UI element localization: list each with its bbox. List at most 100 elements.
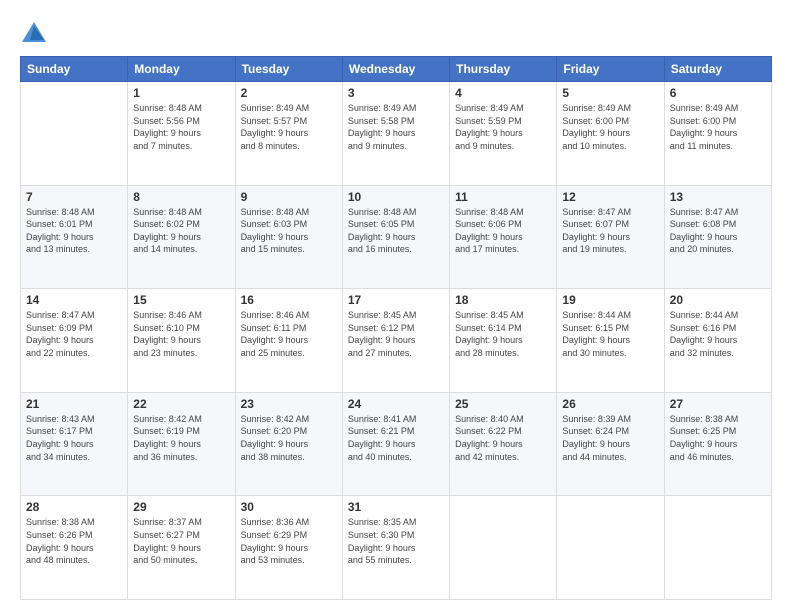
cell-content: Sunrise: 8:38 AM Sunset: 6:26 PM Dayligh… bbox=[26, 516, 122, 566]
cell-content: Sunrise: 8:48 AM Sunset: 6:03 PM Dayligh… bbox=[241, 206, 337, 256]
calendar-cell: 13Sunrise: 8:47 AM Sunset: 6:08 PM Dayli… bbox=[664, 185, 771, 289]
calendar-cell: 21 Sunrise: 8:43 AM Sunset: 6:17 PM Dayli… bbox=[21, 392, 128, 496]
calendar-cell: 25Sunrise: 8:40 AM Sunset: 6:22 PM Dayli… bbox=[450, 392, 557, 496]
cell-content: Sunrise: 8:47 AM Sunset: 6:08 PM Dayligh… bbox=[670, 206, 766, 256]
calendar-cell: 1Sunrise: 8:48 AM Sunset: 5:56 PM Daylig… bbox=[128, 82, 235, 186]
cell-content: Sunrise: 8:42 AM Sunset: 6:20 PM Dayligh… bbox=[241, 413, 337, 463]
cell-content: Sunrise: 8:49 AM Sunset: 6:00 PM Dayligh… bbox=[670, 102, 766, 152]
calendar-cell: 7 Sunrise: 8:48 AM Sunset: 6:01 PM Daylig… bbox=[21, 185, 128, 289]
cell-content: Sunrise: 8:47 AM Sunset: 6:09 PM Dayligh… bbox=[26, 309, 122, 359]
day-number: 5 bbox=[562, 86, 658, 100]
cell-content: Sunrise: 8:39 AM Sunset: 6:24 PM Dayligh… bbox=[562, 413, 658, 463]
day-number: 2 bbox=[241, 86, 337, 100]
calendar-cell: 27Sunrise: 8:38 AM Sunset: 6:25 PM Dayli… bbox=[664, 392, 771, 496]
cell-content: Sunrise: 8:45 AM Sunset: 6:12 PM Dayligh… bbox=[348, 309, 444, 359]
weekday-sunday: Sunday bbox=[21, 57, 128, 82]
day-number: 23 bbox=[241, 397, 337, 411]
calendar-cell: 22Sunrise: 8:42 AM Sunset: 6:19 PM Dayli… bbox=[128, 392, 235, 496]
cell-content: Sunrise: 8:48 AM Sunset: 6:02 PM Dayligh… bbox=[133, 206, 229, 256]
day-number: 27 bbox=[670, 397, 766, 411]
day-number: 10 bbox=[348, 190, 444, 204]
day-number: 18 bbox=[455, 293, 551, 307]
cell-content: Sunrise: 8:48 AM Sunset: 6:05 PM Dayligh… bbox=[348, 206, 444, 256]
day-number: 28 bbox=[26, 500, 122, 514]
calendar-cell: 28 Sunrise: 8:38 AM Sunset: 6:26 PM Dayli… bbox=[21, 496, 128, 600]
cell-content: Sunrise: 8:40 AM Sunset: 6:22 PM Dayligh… bbox=[455, 413, 551, 463]
cell-content: Sunrise: 8:43 AM Sunset: 6:17 PM Dayligh… bbox=[26, 413, 122, 463]
calendar-cell: 19 Sunrise: 8:44 AM Sunset: 6:15 PM Dayli… bbox=[557, 289, 664, 393]
weekday-tuesday: Tuesday bbox=[235, 57, 342, 82]
calendar-week-1: 1Sunrise: 8:48 AM Sunset: 5:56 PM Daylig… bbox=[21, 82, 772, 186]
day-number: 31 bbox=[348, 500, 444, 514]
day-number: 16 bbox=[241, 293, 337, 307]
logo bbox=[20, 20, 52, 48]
calendar-week-5: 28 Sunrise: 8:38 AM Sunset: 6:26 PM Dayli… bbox=[21, 496, 772, 600]
weekday-monday: Monday bbox=[128, 57, 235, 82]
day-number: 6 bbox=[670, 86, 766, 100]
calendar-cell: 12 Sunrise: 8:47 AM Sunset: 6:07 PM Dayli… bbox=[557, 185, 664, 289]
calendar-cell: 14 Sunrise: 8:47 AM Sunset: 6:09 PM Dayli… bbox=[21, 289, 128, 393]
calendar-cell bbox=[450, 496, 557, 600]
day-number: 8 bbox=[133, 190, 229, 204]
day-number: 12 bbox=[562, 190, 658, 204]
day-number: 20 bbox=[670, 293, 766, 307]
day-number: 21 bbox=[26, 397, 122, 411]
day-number: 29 bbox=[133, 500, 229, 514]
day-number: 3 bbox=[348, 86, 444, 100]
page: SundayMondayTuesdayWednesdayThursdayFrid… bbox=[0, 0, 792, 612]
calendar-cell: 24Sunrise: 8:41 AM Sunset: 6:21 PM Dayli… bbox=[342, 392, 449, 496]
calendar-cell: 15Sunrise: 8:46 AM Sunset: 6:10 PM Dayli… bbox=[128, 289, 235, 393]
day-number: 17 bbox=[348, 293, 444, 307]
calendar-cell bbox=[557, 496, 664, 600]
calendar-cell: 18 Sunrise: 8:45 AM Sunset: 6:14 PM Dayli… bbox=[450, 289, 557, 393]
calendar-week-2: 7 Sunrise: 8:48 AM Sunset: 6:01 PM Daylig… bbox=[21, 185, 772, 289]
cell-content: Sunrise: 8:42 AM Sunset: 6:19 PM Dayligh… bbox=[133, 413, 229, 463]
weekday-wednesday: Wednesday bbox=[342, 57, 449, 82]
calendar-cell bbox=[21, 82, 128, 186]
calendar-cell: 3 Sunrise: 8:49 AM Sunset: 5:58 PM Daylig… bbox=[342, 82, 449, 186]
weekday-saturday: Saturday bbox=[664, 57, 771, 82]
logo-icon bbox=[20, 20, 48, 48]
day-number: 4 bbox=[455, 86, 551, 100]
calendar-cell bbox=[664, 496, 771, 600]
calendar-cell: 6 Sunrise: 8:49 AM Sunset: 6:00 PM Daylig… bbox=[664, 82, 771, 186]
day-number: 19 bbox=[562, 293, 658, 307]
calendar-cell: 29 Sunrise: 8:37 AM Sunset: 6:27 PM Dayli… bbox=[128, 496, 235, 600]
cell-content: Sunrise: 8:49 AM Sunset: 5:59 PM Dayligh… bbox=[455, 102, 551, 152]
cell-content: Sunrise: 8:49 AM Sunset: 5:57 PM Dayligh… bbox=[241, 102, 337, 152]
cell-content: Sunrise: 8:49 AM Sunset: 5:58 PM Dayligh… bbox=[348, 102, 444, 152]
cell-content: Sunrise: 8:48 AM Sunset: 5:56 PM Dayligh… bbox=[133, 102, 229, 152]
calendar-cell: 9 Sunrise: 8:48 AM Sunset: 6:03 PM Daylig… bbox=[235, 185, 342, 289]
calendar-cell: 20 Sunrise: 8:44 AM Sunset: 6:16 PM Dayli… bbox=[664, 289, 771, 393]
calendar-cell: 23 Sunrise: 8:42 AM Sunset: 6:20 PM Dayli… bbox=[235, 392, 342, 496]
calendar-cell: 2 Sunrise: 8:49 AM Sunset: 5:57 PM Daylig… bbox=[235, 82, 342, 186]
calendar-week-3: 14 Sunrise: 8:47 AM Sunset: 6:09 PM Dayli… bbox=[21, 289, 772, 393]
day-number: 7 bbox=[26, 190, 122, 204]
cell-content: Sunrise: 8:45 AM Sunset: 6:14 PM Dayligh… bbox=[455, 309, 551, 359]
cell-content: Sunrise: 8:47 AM Sunset: 6:07 PM Dayligh… bbox=[562, 206, 658, 256]
calendar-cell: 26Sunrise: 8:39 AM Sunset: 6:24 PM Dayli… bbox=[557, 392, 664, 496]
day-number: 11 bbox=[455, 190, 551, 204]
day-number: 9 bbox=[241, 190, 337, 204]
day-number: 30 bbox=[241, 500, 337, 514]
calendar-cell: 17 Sunrise: 8:45 AM Sunset: 6:12 PM Dayli… bbox=[342, 289, 449, 393]
cell-content: Sunrise: 8:37 AM Sunset: 6:27 PM Dayligh… bbox=[133, 516, 229, 566]
calendar-cell: 30 Sunrise: 8:36 AM Sunset: 6:29 PM Dayli… bbox=[235, 496, 342, 600]
calendar-cell: 16 Sunrise: 8:46 AM Sunset: 6:11 PM Dayli… bbox=[235, 289, 342, 393]
calendar-cell: 10 Sunrise: 8:48 AM Sunset: 6:05 PM Dayli… bbox=[342, 185, 449, 289]
cell-content: Sunrise: 8:36 AM Sunset: 6:29 PM Dayligh… bbox=[241, 516, 337, 566]
calendar-cell: 5Sunrise: 8:49 AM Sunset: 6:00 PM Daylig… bbox=[557, 82, 664, 186]
cell-content: Sunrise: 8:48 AM Sunset: 6:01 PM Dayligh… bbox=[26, 206, 122, 256]
cell-content: Sunrise: 8:46 AM Sunset: 6:11 PM Dayligh… bbox=[241, 309, 337, 359]
cell-content: Sunrise: 8:44 AM Sunset: 6:16 PM Dayligh… bbox=[670, 309, 766, 359]
weekday-header-row: SundayMondayTuesdayWednesdayThursdayFrid… bbox=[21, 57, 772, 82]
cell-content: Sunrise: 8:48 AM Sunset: 6:06 PM Dayligh… bbox=[455, 206, 551, 256]
calendar-cell: 4 Sunrise: 8:49 AM Sunset: 5:59 PM Daylig… bbox=[450, 82, 557, 186]
weekday-friday: Friday bbox=[557, 57, 664, 82]
calendar-cell: 11 Sunrise: 8:48 AM Sunset: 6:06 PM Dayli… bbox=[450, 185, 557, 289]
cell-content: Sunrise: 8:44 AM Sunset: 6:15 PM Dayligh… bbox=[562, 309, 658, 359]
day-number: 24 bbox=[348, 397, 444, 411]
day-number: 14 bbox=[26, 293, 122, 307]
weekday-thursday: Thursday bbox=[450, 57, 557, 82]
calendar-cell: 31Sunrise: 8:35 AM Sunset: 6:30 PM Dayli… bbox=[342, 496, 449, 600]
